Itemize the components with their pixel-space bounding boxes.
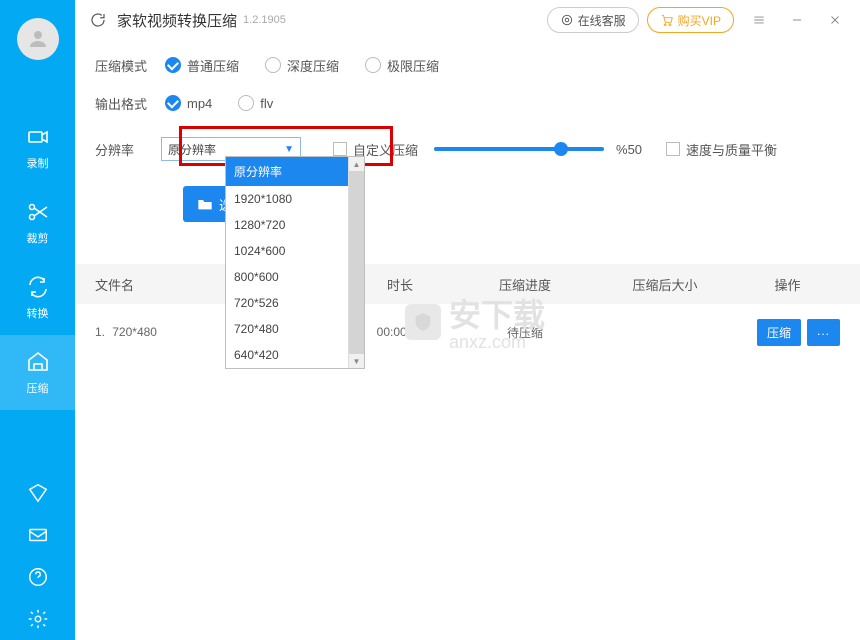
sidebar-item-label: 裁剪	[27, 230, 49, 246]
compress-slider[interactable]	[434, 147, 604, 151]
sidebar-item-label: 录制	[27, 155, 49, 171]
dropdown-item[interactable]: 1920*1080	[226, 186, 364, 212]
sidebar-item-compress[interactable]: 压缩	[0, 335, 75, 410]
camera-icon	[25, 124, 51, 150]
sidebar-item-label: 转换	[27, 305, 49, 321]
row-progress: 待压缩	[455, 324, 595, 341]
table-row: 1. 720*480 00:00:09 待压缩 压缩 ...	[75, 304, 860, 360]
menu-button[interactable]	[746, 7, 772, 33]
convert-icon	[25, 274, 51, 300]
dropdown-item[interactable]: 720*480	[226, 316, 364, 342]
buy-vip-button[interactable]: 购买VIP	[647, 7, 734, 33]
radio-deep-compress[interactable]: 深度压缩	[265, 56, 339, 75]
compress-mode-row: 压缩模式 普通压缩 深度压缩 极限压缩	[95, 46, 840, 84]
sidebar-item-crop[interactable]: 裁剪	[0, 185, 75, 260]
app-version: 1.2.1905	[243, 14, 286, 26]
app-title: 家软视频转换压缩	[117, 10, 237, 31]
scroll-up-icon[interactable]: ▲	[349, 157, 364, 171]
radio-extreme-compress[interactable]: 极限压缩	[365, 56, 439, 75]
customer-service-button[interactable]: 在线客服	[547, 7, 639, 33]
scroll-down-icon[interactable]: ▼	[349, 354, 364, 368]
sidebar-badge-icon[interactable]	[0, 472, 75, 514]
sidebar-mail-icon[interactable]	[0, 514, 75, 556]
compress-button[interactable]: 压缩	[757, 319, 801, 346]
output-format-row: 输出格式 mp4 flv	[95, 84, 840, 122]
sidebar-item-record[interactable]: 录制	[0, 110, 75, 185]
compress-icon	[25, 349, 51, 375]
dropdown-item[interactable]: 1280*720	[226, 212, 364, 238]
sidebar-item-label: 压缩	[27, 380, 49, 396]
dropdown-item[interactable]: 640*420	[226, 342, 364, 368]
close-button[interactable]	[822, 7, 848, 33]
dropdown-item[interactable]: 800*600	[226, 264, 364, 290]
slider-percent: %50	[616, 142, 642, 157]
resolution-row: 分辨率 原分辨率 ▼ 自定义压缩 %50 速度与质量平衡	[75, 128, 860, 170]
row-ops: 压缩 ...	[735, 319, 840, 346]
more-button[interactable]: ...	[807, 319, 840, 346]
radio-mp4[interactable]: mp4	[165, 95, 212, 111]
resolution-label: 分辨率	[95, 140, 161, 159]
slider-knob[interactable]	[554, 142, 568, 156]
dropdown-item[interactable]: 720*526	[226, 290, 364, 316]
avatar[interactable]	[17, 18, 59, 60]
scissors-icon	[25, 199, 51, 225]
titlebar: 家软视频转换压缩 1.2.1905 在线客服 购买VIP	[75, 0, 860, 40]
radio-normal-compress[interactable]: 普通压缩	[165, 56, 239, 75]
col-header-op: 操作	[735, 275, 840, 294]
sidebar: 录制 裁剪 转换 压缩	[0, 0, 75, 640]
vip-label: 购买VIP	[678, 12, 721, 29]
dropdown-item[interactable]: 1024*600	[226, 238, 364, 264]
col-header-progress: 压缩进度	[455, 275, 595, 294]
chevron-down-icon: ▼	[284, 144, 294, 155]
options-panel: 压缩模式 普通压缩 深度压缩 极限压缩 输出格式 mp4 flv	[75, 40, 860, 128]
main-panel: 家软视频转换压缩 1.2.1905 在线客服 购买VIP 压缩模式 普通压缩 深…	[75, 0, 860, 640]
refresh-icon[interactable]	[87, 9, 109, 31]
minimize-button[interactable]	[784, 7, 810, 33]
sidebar-item-convert[interactable]: 转换	[0, 260, 75, 335]
dropdown-item[interactable]: 原分辨率	[226, 157, 364, 186]
radio-flv[interactable]: flv	[238, 95, 273, 111]
compress-mode-label: 压缩模式	[95, 56, 165, 75]
resolution-value: 原分辨率	[168, 141, 216, 158]
scroll-thumb[interactable]	[349, 171, 364, 354]
col-header-size: 压缩后大小	[595, 275, 735, 294]
dropdown-scrollbar[interactable]: ▲ ▼	[348, 157, 364, 368]
cs-label: 在线客服	[578, 12, 626, 29]
output-format-label: 输出格式	[95, 94, 165, 113]
sidebar-help-icon[interactable]	[0, 556, 75, 598]
balance-checkbox[interactable]: 速度与质量平衡	[666, 140, 777, 159]
sidebar-settings-icon[interactable]	[0, 598, 75, 640]
resolution-dropdown: 原分辨率 1920*1080 1280*720 1024*600 800*600…	[225, 156, 365, 369]
table-header: 文件名 时长 压缩进度 压缩后大小 操作	[75, 264, 860, 304]
